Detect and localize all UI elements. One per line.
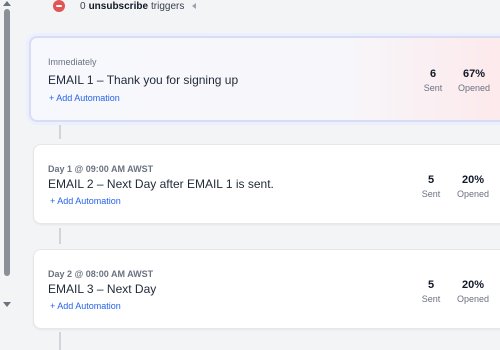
opened-label: Opened — [457, 83, 491, 93]
add-automation-link[interactable]: + Add Automation — [50, 301, 121, 311]
opened-value: 67% — [462, 68, 486, 80]
add-automation-link[interactable]: + Add Automation — [49, 93, 120, 103]
email-title[interactable]: EMAIL 2 – Next Day after EMAIL 1 is sent… — [48, 177, 274, 191]
minus-circle-icon[interactable] — [53, 0, 65, 12]
vertical-scrollbar[interactable] — [0, 0, 14, 350]
email-title[interactable]: EMAIL 1 – Thank you for signing up — [48, 73, 238, 87]
sequence-connector — [59, 228, 61, 244]
add-automation-link[interactable]: + Add Automation — [50, 196, 121, 206]
unsubscribe-triggers-row: 0 unsubscribe triggers — [53, 0, 197, 12]
email-card-3[interactable]: Day 2 @ 08:00 AM AWST EMAIL 3 – Next Day… — [33, 249, 500, 329]
email-schedule: Day 1 @ 09:00 AM AWST — [48, 164, 154, 174]
opened-label: Opened — [456, 294, 490, 304]
opened-stat: 20% Opened — [448, 174, 498, 199]
opened-label: Opened — [456, 189, 490, 199]
unsubscribe-count: 0 — [80, 0, 86, 12]
triggers-label: triggers — [151, 0, 185, 12]
email-schedule: Immediately — [48, 57, 97, 67]
email-card-1[interactable]: Immediately EMAIL 1 – Thank you for sign… — [29, 36, 500, 122]
sequence-connector — [59, 332, 61, 350]
sequence-connector — [59, 125, 61, 139]
opened-value: 20% — [461, 174, 485, 186]
email-schedule: Day 2 @ 08:00 AM AWST — [48, 269, 154, 279]
caret-left-icon[interactable] — [192, 3, 197, 9]
scrollbar-thumb[interactable] — [4, 9, 10, 276]
unsubscribe-label: unsubscribe — [88, 0, 149, 12]
email-title[interactable]: EMAIL 3 – Next Day — [48, 282, 156, 296]
opened-stat: 67% Opened — [449, 68, 499, 93]
scroll-down-arrow-icon[interactable] — [3, 302, 11, 307]
opened-value: 20% — [461, 279, 485, 291]
scroll-up-arrow-icon[interactable] — [3, 1, 11, 6]
opened-stat: 20% Opened — [448, 279, 498, 304]
email-card-2[interactable]: Day 1 @ 09:00 AM AWST EMAIL 2 – Next Day… — [33, 144, 500, 224]
